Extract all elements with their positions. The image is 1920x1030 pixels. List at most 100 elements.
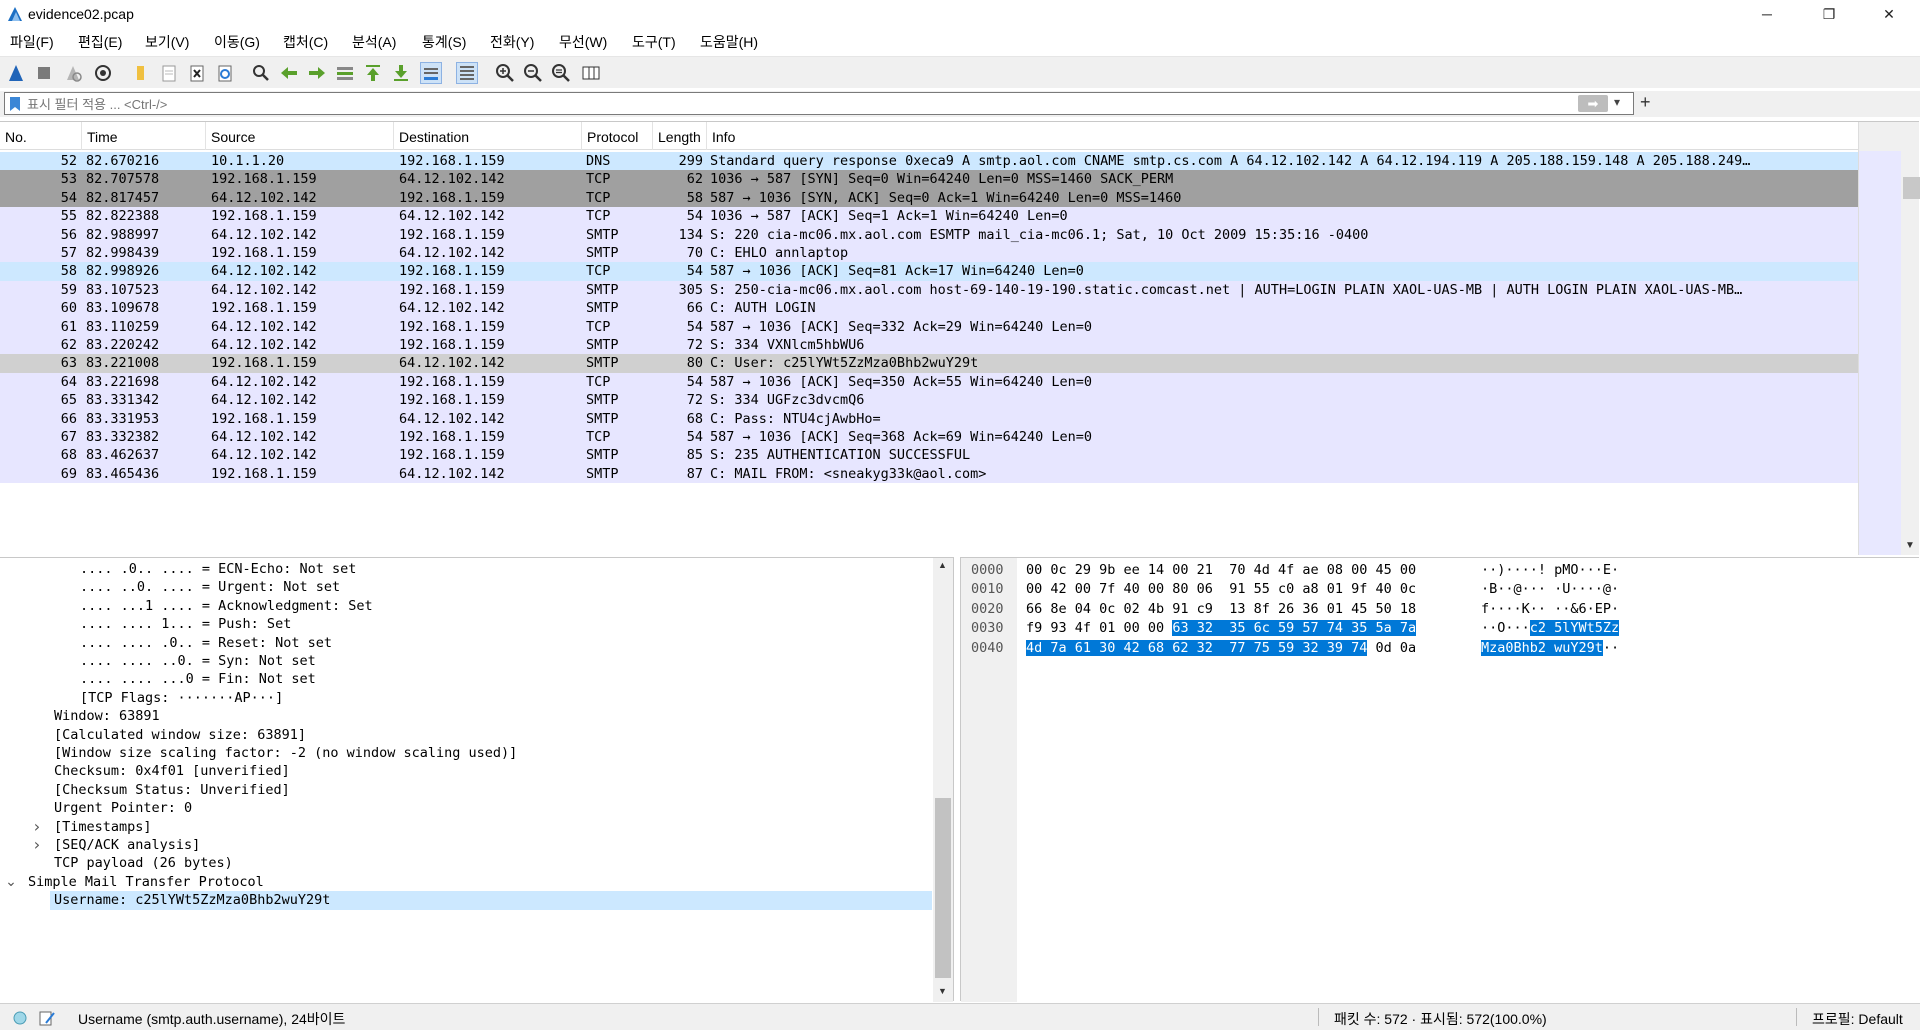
restart-capture-icon[interactable] xyxy=(62,62,84,84)
collapse-arrow-icon[interactable]: ⌄ xyxy=(4,873,18,891)
capture-options-icon[interactable] xyxy=(92,62,114,84)
column-info[interactable]: Info xyxy=(707,122,1858,150)
packet-row[interactable]: 69 83.465436 192.168.1.159 64.12.102.142 SMT… xyxy=(0,464,1858,484)
hex-bytes[interactable]: f9 93 4f 01 00 00 63 32 35 6c 59 57 74 3… xyxy=(1026,619,1417,638)
display-filter-input[interactable] xyxy=(27,95,1557,113)
go-to-packet-icon[interactable] xyxy=(334,62,356,84)
go-forward-icon[interactable] xyxy=(306,62,328,84)
menu-tools[interactable]: 도구(T) xyxy=(632,32,676,52)
go-last-packet-icon[interactable] xyxy=(390,62,412,84)
zoom-out-icon[interactable] xyxy=(522,62,544,84)
packet-row[interactable]: 67 83.332382 64.12.102.142 192.168.1.159 TCP… xyxy=(0,428,1858,447)
ascii-bytes[interactable]: Mza0Bhb2 wuY29t·· xyxy=(1481,639,1619,658)
detail-row[interactable]: ⌄ Simple Mail Transfer Protocol xyxy=(0,873,932,891)
packet-row[interactable]: 62 83.220242 64.12.102.142 192.168.1.159 SMT… xyxy=(0,336,1858,355)
ascii-bytes[interactable]: ·B··@··· ·U····@· xyxy=(1481,580,1619,599)
start-capture-icon[interactable] xyxy=(5,62,27,84)
colorize-icon[interactable] xyxy=(456,62,478,84)
autoscroll-icon[interactable] xyxy=(420,62,442,84)
hex-bytes[interactable]: 66 8e 04 0c 02 4b 91 c9 13 8f 26 36 01 4… xyxy=(1026,600,1416,619)
packet-list-scroll-thumb[interactable] xyxy=(1903,177,1920,199)
hex-bytes[interactable]: 00 0c 29 9b ee 14 00 21 70 4d 4f ae 08 0… xyxy=(1026,561,1416,580)
ascii-bytes[interactable]: ··O···c2 5lYWt5Zz xyxy=(1481,619,1620,638)
bytes-row[interactable]: 0040 4d 7a 61 30 42 68 62 32 77 75 59 32 … xyxy=(961,639,1920,659)
status-profile[interactable]: 프로필: Default xyxy=(1812,1009,1903,1029)
bytes-row[interactable]: 0030 f9 93 4f 01 00 00 63 32 35 6c 59 57 … xyxy=(961,619,1920,639)
expand-arrow-icon[interactable]: › xyxy=(30,836,44,854)
packet-row[interactable]: 64 83.221698 64.12.102.142 192.168.1.159 TCP… xyxy=(0,372,1858,392)
detail-row[interactable]: .... ..0. .... = Urgent: Not set xyxy=(0,578,932,596)
stop-capture-icon[interactable] xyxy=(33,62,55,84)
ascii-bytes[interactable]: ··)····! pMO···E· xyxy=(1481,561,1619,580)
scroll-down-icon[interactable]: ▼ xyxy=(938,986,947,996)
column-destination[interactable]: Destination xyxy=(394,122,582,150)
detail-row[interactable]: Urgent Pointer: 0 xyxy=(0,799,932,817)
packet-row[interactable]: 56 82.988997 64.12.102.142 192.168.1.159 SMT… xyxy=(0,225,1858,244)
scroll-down-icon[interactable]: ▼ xyxy=(1905,540,1915,551)
expand-arrow-icon[interactable]: › xyxy=(30,817,44,836)
minimize-button[interactable]: ─ xyxy=(1744,0,1790,28)
menu-go[interactable]: 이동(G) xyxy=(214,32,260,52)
column-no[interactable]: No. xyxy=(0,122,82,150)
capture-comment-icon[interactable] xyxy=(38,1009,56,1027)
menu-view[interactable]: 보기(V) xyxy=(145,32,189,52)
packet-row[interactable]: 58 82.998926 64.12.102.142 192.168.1.159 TCP… xyxy=(0,262,1858,281)
zoom-in-icon[interactable] xyxy=(494,62,516,84)
hex-bytes[interactable]: 00 42 00 7f 40 00 80 06 91 55 c0 a8 01 9… xyxy=(1026,580,1416,599)
menu-analyze[interactable]: 분석(A) xyxy=(352,32,396,52)
reload-file-icon[interactable] xyxy=(214,62,236,84)
close-file-icon[interactable] xyxy=(186,62,208,84)
menu-edit[interactable]: 편집(E) xyxy=(78,32,122,52)
detail-row[interactable]: .... .... ...0 = Fin: Not set xyxy=(0,670,932,688)
details-scrollbar[interactable]: ▲ ▼ xyxy=(933,558,953,1002)
find-packet-icon[interactable] xyxy=(250,62,272,84)
detail-row[interactable]: › [SEQ/ACK analysis] xyxy=(0,836,932,854)
details-scroll-thumb[interactable] xyxy=(935,798,951,978)
menu-wireless[interactable]: 무선(W) xyxy=(559,32,607,52)
detail-row[interactable]: › [Timestamps] xyxy=(0,817,932,836)
packet-list-scrollbar[interactable]: ▼ xyxy=(1858,122,1920,555)
add-filter-button-icon[interactable]: + xyxy=(1640,92,1651,113)
packet-minimap[interactable] xyxy=(1859,151,1901,555)
packet-row[interactable]: 65 83.331342 64.12.102.142 192.168.1.159 SMT… xyxy=(0,391,1858,410)
column-source[interactable]: Source xyxy=(206,122,394,150)
packet-row[interactable]: 63 83.221008 192.168.1.159 64.12.102.142 SMT… xyxy=(0,354,1858,373)
expert-info-icon[interactable] xyxy=(12,1010,28,1026)
detail-row[interactable]: [Calculated window size: 63891] xyxy=(0,726,932,744)
go-back-icon[interactable] xyxy=(278,62,300,84)
detail-row[interactable]: .... .... ..0. = Syn: Not set xyxy=(0,652,932,670)
detail-row[interactable]: .... .... .0.. = Reset: Not set xyxy=(0,634,932,652)
packet-row[interactable]: 55 82.822388 192.168.1.159 64.12.102.142 TCP… xyxy=(0,207,1858,226)
menu-capture[interactable]: 캡처(C) xyxy=(283,32,328,52)
detail-row-selected[interactable]: Username: c25lYWt5ZzMza0Bhb2wuY29t xyxy=(50,891,932,910)
detail-row[interactable]: Checksum: 0x4f01 [unverified] xyxy=(0,762,932,780)
detail-row[interactable]: Window: 63891 xyxy=(0,707,932,725)
bytes-row[interactable]: 0020 66 8e 04 0c 02 4b 91 c9 13 8f 26 36 … xyxy=(961,600,1920,620)
packet-row[interactable]: 66 83.331953 192.168.1.159 64.12.102.142 SMT… xyxy=(0,409,1858,428)
menu-telephony[interactable]: 전화(Y) xyxy=(490,32,534,52)
maximize-button[interactable]: ❐ xyxy=(1806,0,1852,28)
apply-filter-icon[interactable]: ➡ xyxy=(1578,95,1608,112)
detail-row[interactable]: [Checksum Status: Unverified] xyxy=(0,781,932,799)
column-length[interactable]: Length xyxy=(653,122,707,150)
menu-statistics[interactable]: 통계(S) xyxy=(422,32,466,52)
packet-row[interactable]: 57 82.998439 192.168.1.159 64.12.102.142 SMT… xyxy=(0,244,1858,263)
save-file-icon[interactable] xyxy=(158,62,180,84)
detail-row[interactable]: [TCP Flags: ·······AP···] xyxy=(0,689,932,707)
packet-row[interactable]: 61 83.110259 64.12.102.142 192.168.1.159 TCP… xyxy=(0,317,1858,336)
detail-row[interactable]: .... .... 1... = Push: Set xyxy=(0,615,932,633)
hex-bytes[interactable]: 4d 7a 61 30 42 68 62 32 77 75 59 32 39 7… xyxy=(1026,639,1416,658)
packet-row[interactable]: 52 82.670216 10.1.1.20 192.168.1.159 DNS 299 S… xyxy=(0,152,1858,171)
detail-row[interactable]: .... ...1 .... = Acknowledgment: Set xyxy=(0,597,932,615)
close-button[interactable]: ✕ xyxy=(1866,0,1912,28)
normal-size-icon[interactable] xyxy=(550,62,572,84)
bytes-row[interactable]: 0010 00 42 00 7f 40 00 80 06 91 55 c0 a8 … xyxy=(961,580,1920,600)
ascii-bytes[interactable]: f····K·· ··&6·EP· xyxy=(1481,600,1619,619)
scroll-up-icon[interactable]: ▲ xyxy=(938,560,947,570)
menu-file[interactable]: 파일(F) xyxy=(10,32,54,52)
packet-row[interactable]: 54 82.817457 64.12.102.142 192.168.1.159 TCP… xyxy=(0,188,1858,208)
filter-history-dropdown-icon[interactable]: ▾ xyxy=(1614,95,1620,109)
go-first-packet-icon[interactable] xyxy=(362,62,384,84)
packet-row[interactable]: 53 82.707578 192.168.1.159 64.12.102.142 TCP… xyxy=(0,170,1858,189)
packet-row[interactable]: 60 83.109678 192.168.1.159 64.12.102.142 SMT… xyxy=(0,299,1858,318)
